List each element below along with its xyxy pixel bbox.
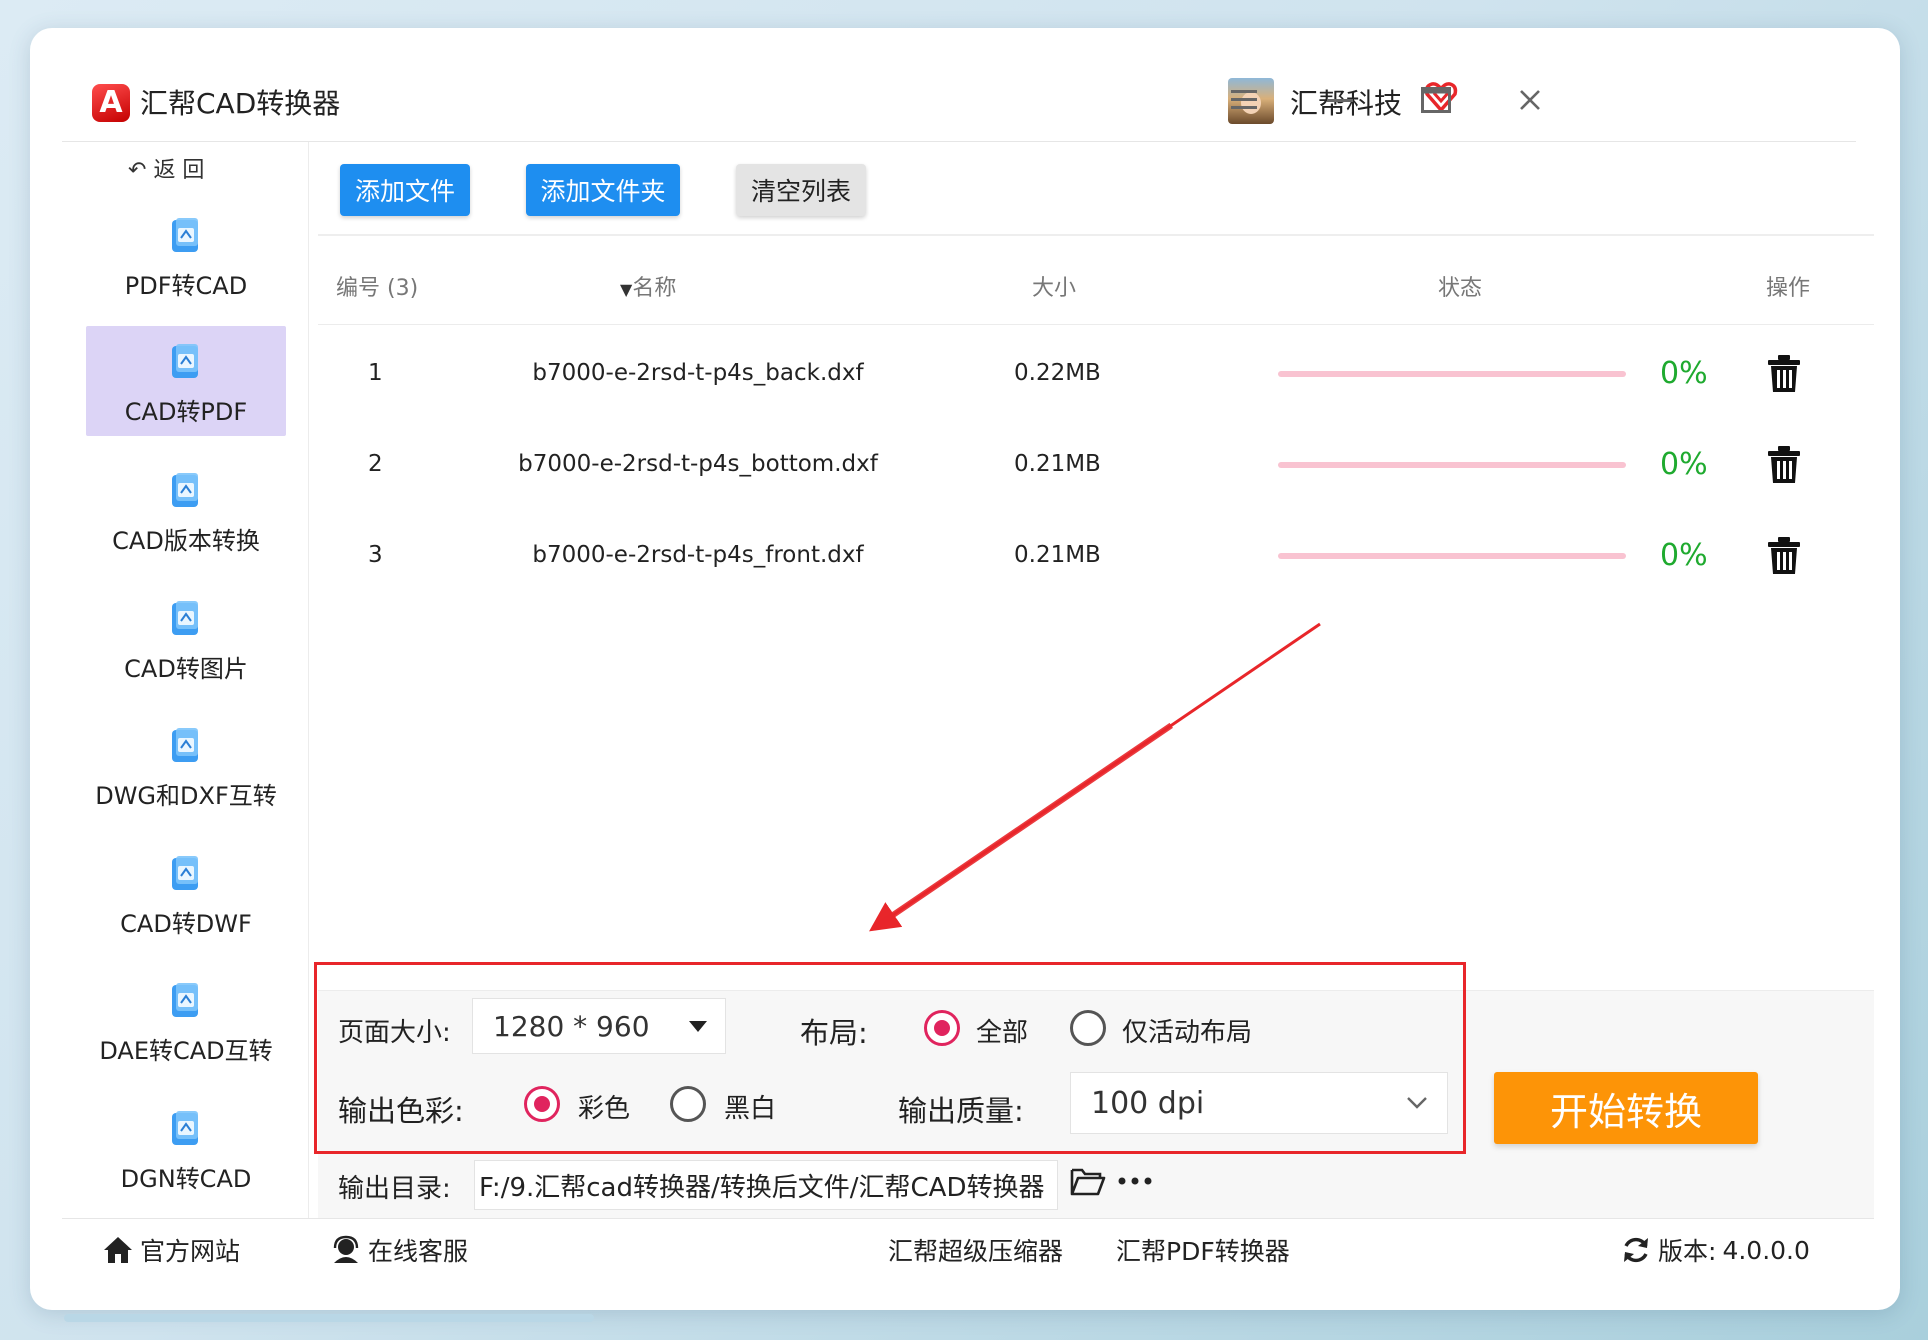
official-website-label: 官方网站 [140, 1237, 241, 1266]
title-bar: A 汇帮CAD转换器 汇帮科技 [62, 60, 1856, 142]
column-header-size[interactable]: 大小 [1032, 270, 1076, 302]
file-convert-icon [172, 855, 198, 890]
table-row[interactable]: 2 b7000-e-2rsd-t-p4s_bottom.dxf 0.21MB 0% [318, 435, 1874, 495]
clear-list-button[interactable]: 清空列表 [736, 164, 866, 216]
sidebar-item-label: CAD转PDF [124, 398, 248, 426]
sidebar-item-label: CAD转DWF [120, 909, 252, 938]
online-support-link[interactable]: 在线客服 [330, 1232, 468, 1268]
sidebar-item-label: DAE转CAD互转 [99, 1037, 273, 1065]
folder-open-icon[interactable] [1070, 1164, 1106, 1198]
sort-caret-icon: ▼ [620, 280, 633, 299]
sidebar-item-4[interactable]: CAD转图片 [86, 583, 286, 693]
pdf-converter-link[interactable]: 汇帮PDF转换器 [1116, 1232, 1290, 1268]
row-index: 2 [368, 451, 383, 477]
toolbar-divider [318, 234, 1874, 236]
official-website-link[interactable]: 官方网站 [102, 1232, 240, 1268]
minimize-icon[interactable] [1316, 76, 1364, 124]
more-icon[interactable] [1118, 1176, 1152, 1186]
row-progress-bar [1278, 371, 1626, 377]
column-header-name-label: 名称 [632, 276, 677, 301]
row-file-name: b7000-e-2rsd-t-p4s_back.dxf [532, 360, 864, 386]
version-value: 4.0.0.0 [1722, 1235, 1810, 1265]
table-header-divider [318, 324, 1874, 325]
settings-highlight-box [314, 962, 1466, 1154]
close-icon[interactable] [1506, 76, 1554, 124]
row-percent: 0% [1660, 447, 1708, 482]
column-header-name[interactable]: ▼名称 [620, 270, 676, 302]
sidebar-item-label: CAD转图片 [124, 654, 248, 683]
file-convert-icon [172, 1110, 198, 1145]
table-row[interactable]: 1 b7000-e-2rsd-t-p4s_back.dxf 0.22MB 0% [318, 344, 1874, 404]
row-percent: 0% [1660, 356, 1708, 391]
row-progress-bar [1278, 553, 1626, 559]
sidebar-item-8[interactable]: DGN转CAD [86, 1093, 286, 1203]
footer-divider [62, 1218, 1874, 1219]
row-file-size: 0.22MB [1014, 360, 1101, 386]
output-dir-field[interactable]: F:/9.汇帮cad转换器/转换后文件/汇帮CAD转换器 [474, 1160, 1058, 1210]
trash-icon[interactable] [1766, 354, 1802, 394]
headset-icon [333, 1235, 359, 1263]
row-file-name: b7000-e-2rsd-t-p4s_front.dxf [532, 542, 864, 568]
start-convert-button[interactable]: 开始转换 [1494, 1072, 1758, 1144]
refresh-icon [1624, 1237, 1648, 1263]
online-support-label: 在线客服 [368, 1237, 469, 1266]
file-convert-icon [172, 473, 198, 507]
app-logo-icon: A [92, 84, 130, 122]
back-button[interactable]: ↶ 返 回 [128, 152, 204, 184]
sidebar-divider [308, 142, 309, 1218]
version-label: 版本: [1658, 1237, 1717, 1266]
file-convert-icon [172, 218, 198, 252]
add-folder-button[interactable]: 添加文件夹 [526, 164, 680, 216]
row-index: 1 [368, 360, 383, 386]
maximize-icon[interactable] [1412, 76, 1460, 124]
column-header-action[interactable]: 操作 [1766, 270, 1810, 302]
file-convert-icon [172, 600, 198, 635]
sidebar-item-label: CAD版本转换 [112, 527, 260, 555]
row-percent: 0% [1660, 538, 1708, 573]
sidebar-item-label: PDF转CAD [124, 272, 248, 300]
horizontal-scrollbar[interactable] [64, 1314, 594, 1322]
row-file-size: 0.21MB [1014, 451, 1101, 477]
sidebar-item-label: DGN转CAD [120, 1164, 252, 1193]
menu-icon[interactable] [1220, 76, 1268, 124]
file-convert-icon [172, 983, 198, 1017]
sidebar-item-7[interactable]: DAE转CAD互转 [86, 965, 286, 1075]
sidebar-item-label: DWG和DXF互转 [95, 782, 277, 810]
back-label: 返 回 [153, 158, 205, 183]
sidebar-item-3[interactable]: CAD版本转换 [86, 455, 286, 565]
file-convert-icon [172, 344, 198, 378]
compressor-link[interactable]: 汇帮超级压缩器 [888, 1232, 1063, 1268]
sidebar-item-6[interactable]: CAD转DWF [86, 838, 286, 948]
row-index: 3 [368, 542, 383, 568]
back-icon: ↶ [128, 158, 147, 183]
version-info[interactable]: 版本: 4.0.0.0 [1620, 1232, 1810, 1268]
table-row[interactable]: 3 b7000-e-2rsd-t-p4s_front.dxf 0.21MB 0% [318, 526, 1874, 586]
home-icon [104, 1237, 132, 1263]
row-progress-bar [1278, 462, 1626, 468]
sidebar-item-1[interactable]: PDF转CAD [86, 200, 286, 310]
sidebar-item-2[interactable]: CAD转PDF [86, 326, 286, 436]
column-header-status[interactable]: 状态 [1438, 270, 1482, 302]
row-file-size: 0.21MB [1014, 542, 1101, 568]
column-header-index[interactable]: 编号 (3) [336, 270, 418, 302]
file-convert-icon [172, 728, 198, 762]
row-file-name: b7000-e-2rsd-t-p4s_bottom.dxf [518, 451, 878, 477]
add-file-button[interactable]: 添加文件 [340, 164, 470, 216]
sidebar-item-5[interactable]: DWG和DXF互转 [86, 710, 286, 820]
trash-icon[interactable] [1766, 445, 1802, 485]
app-title: 汇帮CAD转换器 [140, 87, 341, 120]
output-dir-label: 输出目录: [338, 1174, 451, 1204]
output-dir-value: F:/9.汇帮cad转换器/转换后文件/汇帮CAD转换器 [479, 1172, 1045, 1203]
trash-icon[interactable] [1766, 536, 1802, 576]
